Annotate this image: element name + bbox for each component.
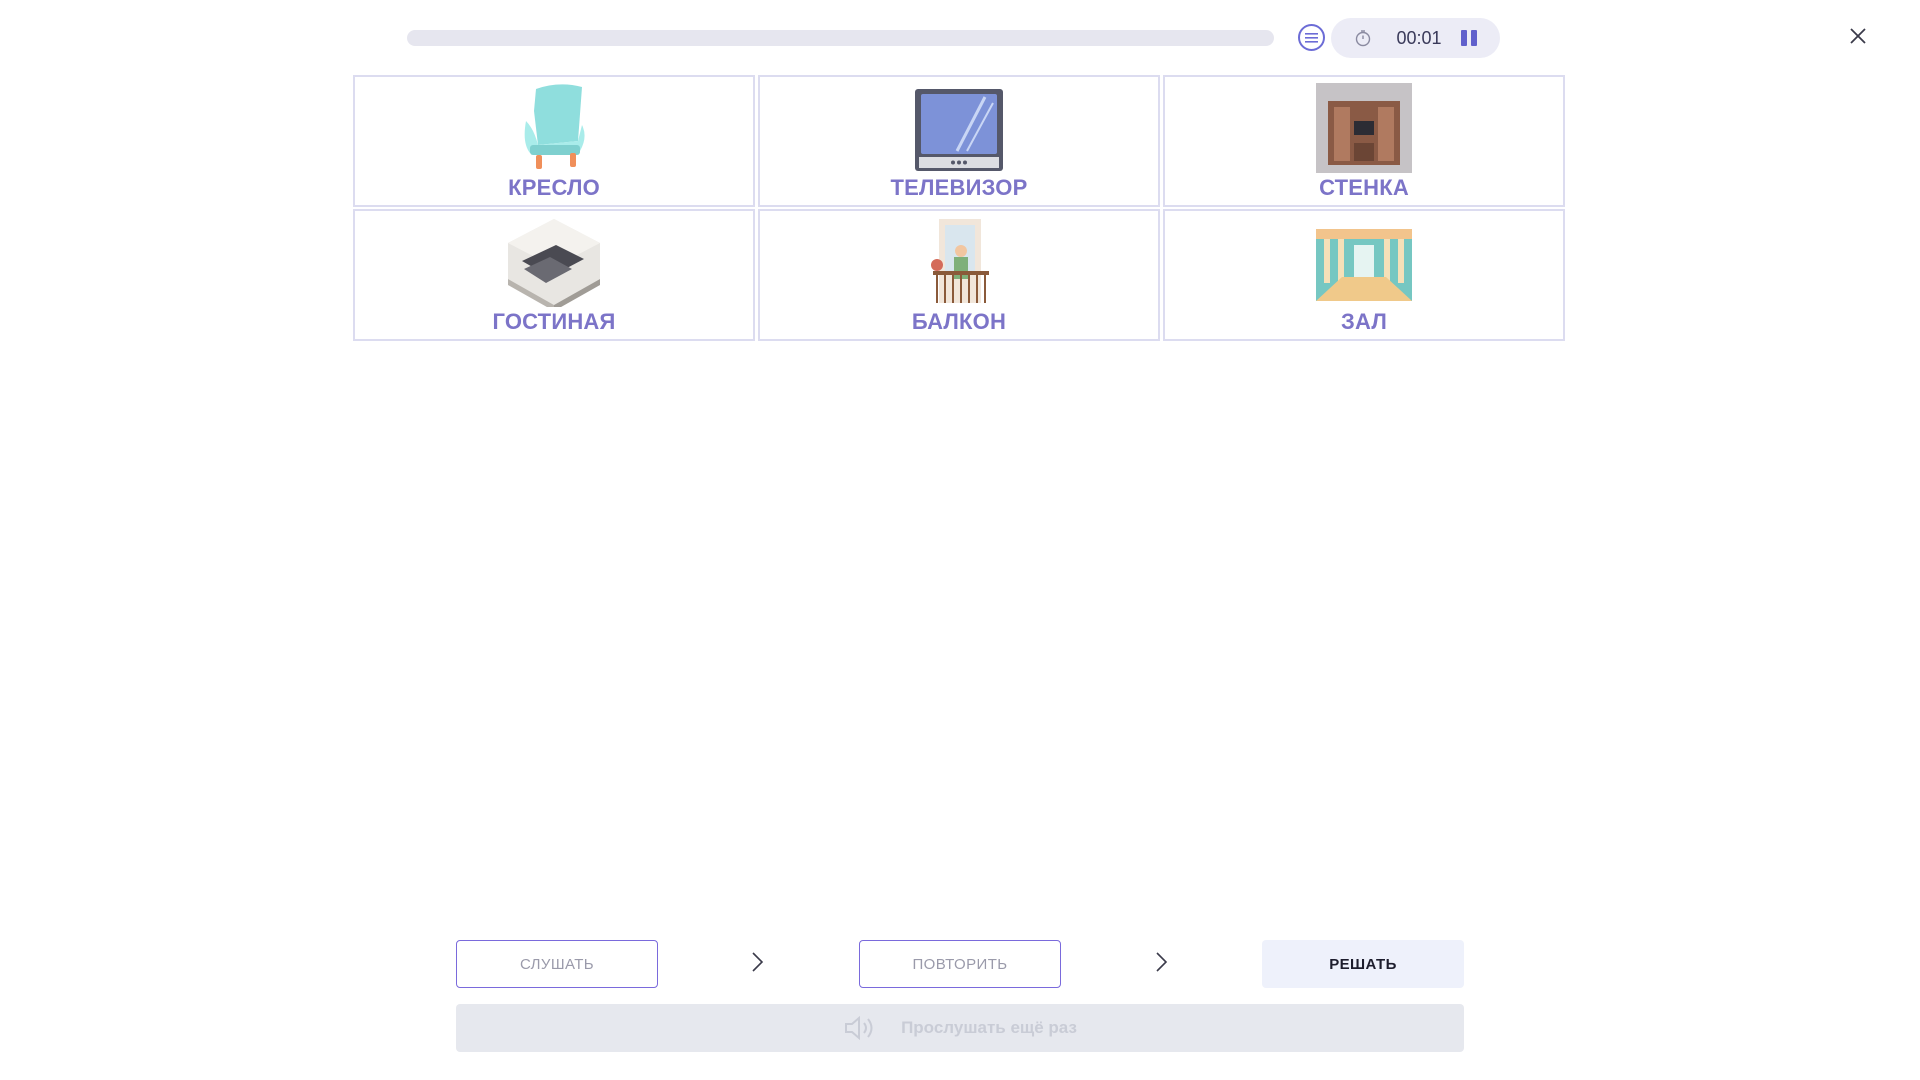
card-label: ТЕЛЕВИЗОР [890,175,1028,200]
card-label: КРЕСЛО [508,175,600,200]
step-listen-button[interactable]: СЛУШАТЬ [456,940,658,988]
living-room-icon [508,219,600,307]
armchair-icon [524,84,585,169]
listen-again-label: Прослушать ещё раз [901,1018,1077,1037]
card-wall-unit[interactable]: СТЕНКА [1163,75,1565,207]
progress-bar [407,30,1274,46]
timer: 00:01 [1331,18,1500,58]
listen-again-button[interactable]: Прослушать ещё раз [456,1004,1464,1052]
card-armchair[interactable]: КРЕСЛО [353,75,755,207]
speaker-icon [845,1015,873,1041]
hall-icon [1316,229,1412,301]
card-balcony[interactable]: БАЛКОН [758,209,1160,341]
card-label: ГОСТИНАЯ [492,309,616,334]
card-label: ЗАЛ [1341,309,1387,334]
card-hall[interactable]: ЗАЛ [1163,209,1565,341]
card-label: СТЕНКА [1319,175,1409,200]
step-repeat-button[interactable]: ПОВТОРИТЬ [859,940,1061,988]
wall-unit-icon [1316,83,1412,173]
card-tv[interactable]: ТЕЛЕВИЗОР [758,75,1160,207]
chevron-right-icon [752,952,764,972]
card-label: БАЛКОН [911,309,1007,334]
stopwatch-icon [1355,30,1371,47]
pause-button[interactable] [1458,28,1480,48]
pause-icon [1461,30,1467,46]
list-button[interactable] [1298,24,1325,51]
chevron-right-icon [1156,952,1168,972]
balcony-icon [931,219,989,303]
tv-icon [915,89,1003,171]
card-living-room[interactable]: ГОСТИНАЯ [353,209,755,341]
close-icon[interactable] [1846,24,1870,48]
list-icon [1305,32,1318,43]
timer-value: 00:01 [1396,28,1442,48]
step-solve-button[interactable]: РЕШАТЬ [1262,940,1464,988]
